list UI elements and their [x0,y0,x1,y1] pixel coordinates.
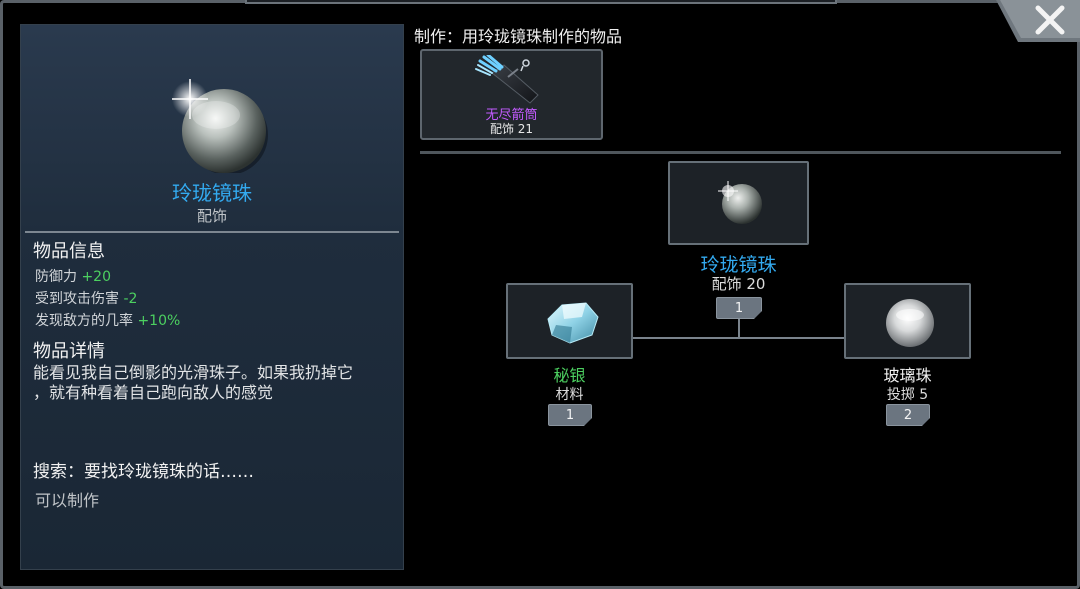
stat-label: 防御力 [35,269,77,285]
item-name: 玲珑镜珠 [172,181,252,205]
glass-bead-icon [886,299,934,347]
section-divider [420,151,1061,154]
stat-value: +10% [137,313,181,329]
recipe-connector-v [738,318,740,338]
product-type: 配饰 21 [489,122,534,136]
recipe-result-type: 配饰 20 [711,275,766,293]
stat-value: -2 [123,291,138,307]
stat-label: 发现敌方的几率 [35,313,133,329]
ingredient-name: 玻璃珠 [883,366,932,385]
item-detail-heading: 物品详情 [33,341,105,362]
stat-label: 受到攻击伤害 [35,291,119,307]
stat-row: 防御力 +20 [35,266,111,286]
stat-value: +20 [81,269,111,285]
item-info-heading: 物品信息 [33,241,105,262]
top-tab-edge [245,0,837,4]
crystal-orb-icon [718,181,762,224]
mithril-ore-icon [547,302,599,344]
ingredient-name: 秘银 [553,366,586,385]
ingredient-type: 材料 [555,387,584,403]
stat-row: 发现敌方的几率 +10% [35,310,180,330]
ingredient-count: 2 [886,404,930,426]
close-button[interactable] [996,0,1080,42]
ingredient-type: 投掷 5 [886,387,929,403]
item-detail-panel: 玲珑镜珠 配饰 物品信息 防御力 +20 受到攻击伤害 -2 发现敌方的几率 +… [20,24,404,570]
ingredient-node-mithril[interactable] [506,283,633,359]
crafting-heading: 制作：用玲珑镜珠制作的物品 [414,27,623,46]
item-description: 能看见我自己倒影的光滑珠子。如果我扔掉它 ，就有种看着自己跑向敌人的感觉 [33,363,399,403]
stat-row: 受到攻击伤害 -2 [35,288,137,308]
search-heading: 搜索：要找玲珑镜珠的话…… [33,462,254,482]
recipe-result-node[interactable] [668,161,809,245]
crystal-orb-icon [166,69,270,175]
description-line: ，就有种看着自己跑向敌人的感觉 [33,383,274,402]
recipe-result-count: 1 [716,297,762,319]
craft-product-card[interactable]: 无尽箭筒 配饰 21 [420,49,603,140]
ingredient-node-glass-bead[interactable] [844,283,971,359]
description-line: 能看见我自己倒影的光滑珠子。如果我扔掉它 [33,363,354,382]
quiver-icon [475,55,539,104]
item-category: 配饰 [196,207,227,225]
close-icon [996,0,1080,42]
ingredient-count: 1 [548,404,592,426]
divider [25,231,399,233]
search-result: 可以制作 [35,491,100,510]
